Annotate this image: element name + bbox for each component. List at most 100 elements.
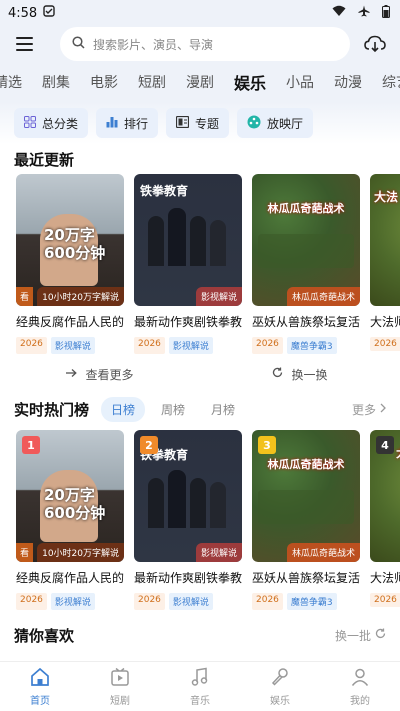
poster-text: 大法 [374, 190, 399, 204]
menu-icon[interactable] [16, 32, 40, 56]
all-categories-label: 总分类 [42, 116, 79, 131]
poster-tag: 影视解说 [195, 543, 242, 562]
music-icon [190, 667, 210, 690]
poster-tag: 影视解说 [195, 287, 242, 306]
hot-more-label: 更多 [351, 402, 376, 417]
guess-section-header: 猜你喜欢 换一批 [0, 620, 400, 650]
poster-image: 铁拳教育 2 影视解说 [134, 430, 242, 562]
tab-duanju[interactable]: 短剧 [138, 72, 166, 92]
search-placeholder: 搜索影片、演员、导演 [93, 37, 214, 52]
guess-refresh-label: 换一批 [334, 628, 371, 643]
poster-image: 4 大法 [370, 430, 400, 562]
tab-dongman[interactable]: 动漫 [334, 72, 362, 92]
video-card[interactable]: 铁拳教育 影视解说 最新动作爽剧铁拳教育 2026 影视解说 [134, 174, 242, 354]
short-drama-icon [110, 667, 130, 690]
refresh-button[interactable]: 换一换 [200, 366, 400, 383]
year-chip: 2026 [370, 337, 400, 351]
poster-text: 20万字 600分钟 [44, 226, 106, 262]
card-title: 经典反腐作品人民的名义 [16, 315, 124, 329]
video-card[interactable]: 大法 大法师 2026 [370, 174, 400, 354]
hot-card[interactable]: 林瓜瓜奇葩战术 3 林瓜瓜奇葩战术 巫妖从兽族祭坛复活 2026 魔兽争霸3 [252, 430, 360, 610]
nav-short-drama-label: 短剧 [110, 695, 130, 707]
tab-yule[interactable]: 娱乐 [234, 70, 266, 94]
poster-image: 20万字 600分钟 看 10小时20万字解说 [16, 174, 124, 306]
tab-manju[interactable]: 漫剧 [186, 72, 214, 92]
microphone-icon [270, 667, 290, 690]
view-more-label: 查看更多 [85, 367, 134, 382]
hot-card[interactable]: 铁拳教育 2 影视解说 最新动作爽剧铁拳教育 2026 影视解说 [134, 430, 242, 610]
card-title: 大法师 [370, 315, 400, 329]
ranking-icon [106, 116, 118, 131]
nav-home[interactable]: 首页 [0, 662, 80, 711]
cloud-download-icon[interactable] [362, 31, 388, 57]
cinema-label: 放映厅 [267, 116, 304, 131]
topic-label: 专题 [195, 116, 220, 131]
ranking-button[interactable]: 排行 [96, 108, 159, 138]
hot-card[interactable]: 20万字 600分钟 1 看 10小时20万字解说 经典反腐作品人民的名义 20… [16, 430, 124, 610]
guess-title: 猜你喜欢 [14, 626, 75, 645]
hot-section-header: 实时热门榜 日榜 周榜 月榜 更多 [0, 394, 400, 424]
poster-image: 20万字 600分钟 1 看 10小时20万字解说 [16, 430, 124, 562]
home-icon [30, 667, 50, 690]
topic-button[interactable]: 专题 [166, 108, 230, 138]
poster-figures [148, 468, 228, 528]
tab-daily[interactable]: 日榜 [101, 396, 146, 422]
airplane-icon [358, 5, 370, 21]
poster-left-tag: 看 [16, 543, 34, 562]
search-icon [72, 36, 85, 52]
cinema-button[interactable]: 放映厅 [237, 108, 314, 138]
year-chip: 2026 [134, 593, 165, 610]
bottom-nav: 首页 短剧 音乐 娱乐 我的 [0, 661, 400, 711]
poster-scene [258, 490, 354, 524]
tab-jingxuan[interactable]: 精选 [0, 72, 22, 92]
tab-dianying[interactable]: 电影 [90, 72, 118, 92]
nav-short-drama[interactable]: 短剧 [80, 662, 160, 711]
tab-monthly[interactable]: 月榜 [201, 397, 245, 422]
poster-left-tag: 看 [16, 287, 34, 306]
chevron-right-icon [380, 402, 386, 416]
poster-image: 林瓜瓜奇葩战术 林瓜瓜奇葩战术 [252, 174, 360, 306]
card-title: 巫妖从兽族祭坛复活 [252, 315, 360, 329]
category-tabs: 精选 剧集 电影 短剧 漫剧 娱乐 小品 动漫 综艺 [0, 62, 400, 102]
poster-image: 大法 [370, 174, 400, 306]
view-more-button[interactable]: 查看更多 [0, 366, 200, 383]
nav-profile[interactable]: 我的 [320, 662, 400, 711]
nav-entertainment[interactable]: 娱乐 [240, 662, 320, 711]
nav-music-label: 音乐 [190, 695, 210, 707]
poster-image: 林瓜瓜奇葩战术 3 林瓜瓜奇葩战术 [252, 430, 360, 562]
cinema-icon [247, 115, 261, 132]
poster-tag: 10小时20万字解说 [37, 543, 124, 562]
wifi-icon [332, 5, 346, 21]
rank-badge: 3 [258, 436, 276, 454]
video-card[interactable]: 林瓜瓜奇葩战术 林瓜瓜奇葩战术 巫妖从兽族祭坛复活 2026 魔兽争霸3 [252, 174, 360, 354]
year-chip: 2026 [16, 593, 47, 610]
grid-icon [24, 115, 36, 131]
poster-tag: 林瓜瓜奇葩战术 [286, 287, 360, 306]
card-title: 大法师 [370, 571, 400, 585]
poster-image: 铁拳教育 影视解说 [134, 174, 242, 306]
rank-badge: 1 [22, 436, 40, 454]
all-categories-button[interactable]: 总分类 [14, 108, 89, 138]
nav-home-label: 首页 [30, 695, 50, 707]
tab-xiaopin[interactable]: 小品 [286, 72, 314, 92]
status-time: 4:58 [8, 5, 38, 21]
hot-more-button[interactable]: 更多 [352, 401, 386, 418]
tab-zongyi[interactable]: 综艺 [382, 72, 400, 92]
tab-weekly[interactable]: 周榜 [151, 397, 195, 422]
year-chip: 2026 [134, 337, 165, 354]
guess-refresh-button[interactable]: 换一批 [335, 627, 386, 644]
hot-card[interactable]: 4 大法 大法师 2026 [370, 430, 400, 610]
nav-music[interactable]: 音乐 [160, 662, 240, 711]
card-title: 最新动作爽剧铁拳教育 [134, 315, 242, 329]
poster-text: 大法 [396, 444, 400, 461]
card-title: 经典反腐作品人民的名义 [16, 571, 124, 585]
genre-chip: 影视解说 [50, 593, 95, 610]
tab-juji[interactable]: 剧集 [42, 72, 70, 92]
poster-text: 林瓜瓜奇葩战术 [267, 458, 345, 471]
search-input[interactable]: 搜索影片、演员、导演 [60, 27, 350, 61]
recent-list: 20万字 600分钟 看 10小时20万字解说 经典反腐作品人民的名义 2026… [0, 174, 400, 354]
rank-badge: 2 [140, 436, 158, 454]
ranking-label: 排行 [124, 116, 149, 131]
year-chip: 2026 [252, 337, 283, 354]
video-card[interactable]: 20万字 600分钟 看 10小时20万字解说 经典反腐作品人民的名义 2026… [16, 174, 124, 354]
